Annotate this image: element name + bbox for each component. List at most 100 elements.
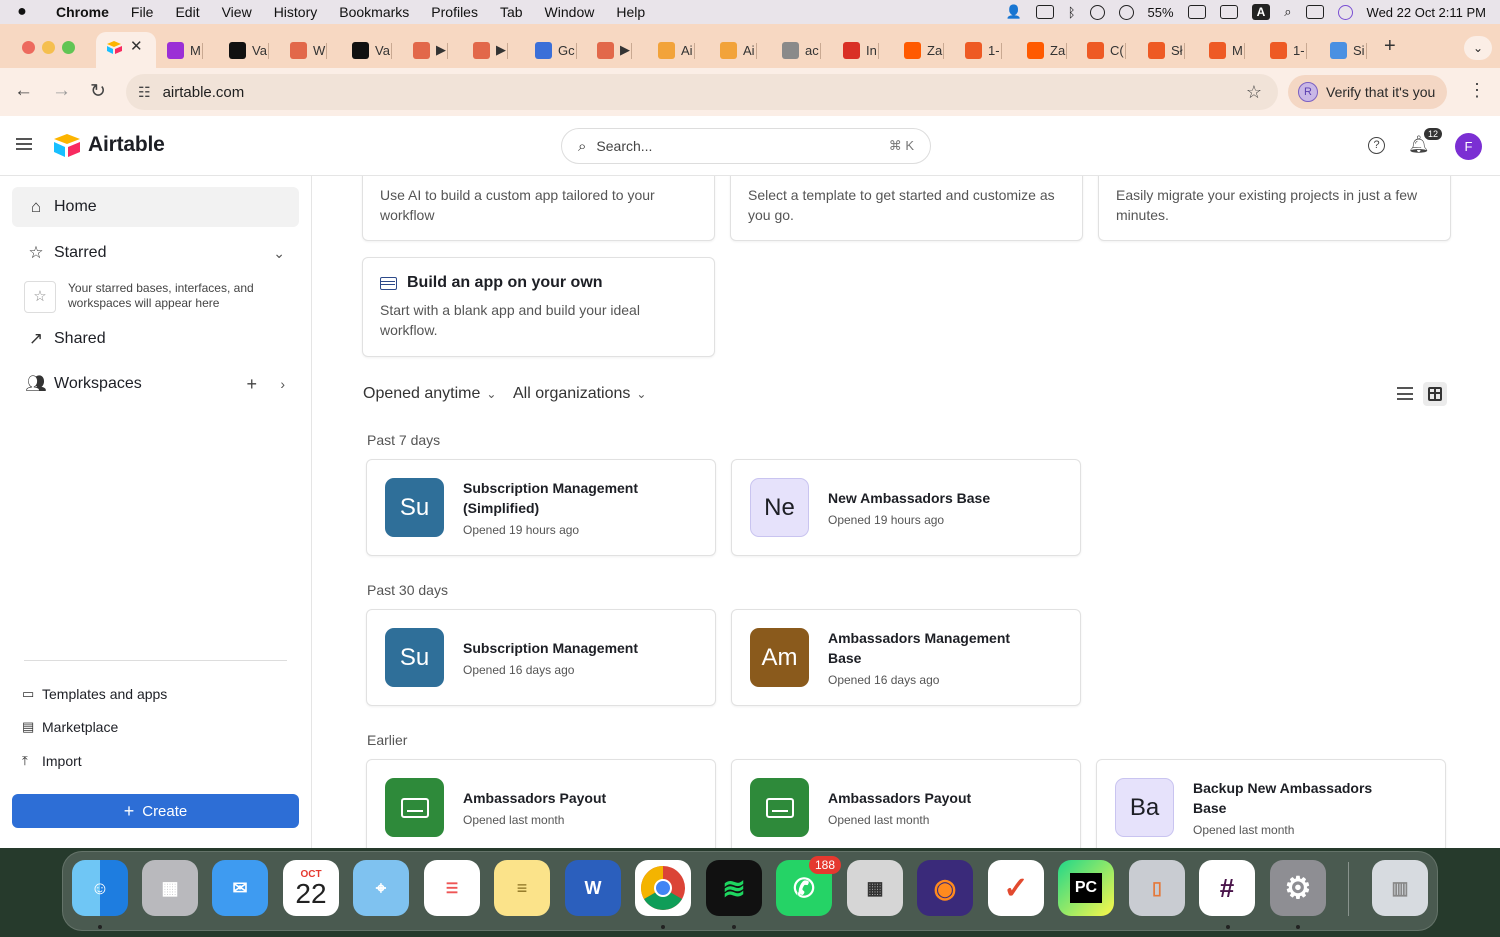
chevron-right-icon[interactable]: ›: [280, 376, 285, 392]
menubar-window[interactable]: Window: [545, 4, 595, 20]
trash-icon[interactable]: ▥: [1372, 860, 1428, 916]
browser-tab[interactable]: Ai: [720, 34, 757, 66]
accessibility-icon[interactable]: [1089, 4, 1105, 20]
list-view-icon[interactable]: [1397, 387, 1413, 400]
user-icon[interactable]: 👤: [1006, 4, 1022, 20]
browser-tab[interactable]: ▶: [597, 34, 632, 66]
browser-tab[interactable]: W: [290, 34, 328, 66]
word-icon[interactable]: W: [565, 860, 621, 916]
close-window-icon[interactable]: [22, 41, 35, 54]
menubar-view[interactable]: View: [222, 4, 252, 20]
mail-icon[interactable]: ✉: [212, 860, 268, 916]
browser-tab[interactable]: Gc: [535, 34, 577, 66]
sidebar-item-home[interactable]: ⌂ Home: [12, 187, 299, 227]
system-settings-icon[interactable]: ⚙: [1270, 860, 1326, 916]
base-card[interactable]: Ambassadors Payout Opened last month: [731, 759, 1081, 848]
browser-tab[interactable]: ▶: [413, 34, 448, 66]
display-icon[interactable]: [1035, 5, 1054, 19]
sidebar-link-import[interactable]: ⤒ Import: [22, 753, 82, 769]
url-text[interactable]: airtable.com: [163, 84, 245, 101]
browser-tab[interactable]: M: [1209, 34, 1245, 66]
keyboard-input-icon[interactable]: A: [1251, 4, 1271, 20]
siri-icon[interactable]: [1337, 4, 1353, 20]
help-icon[interactable]: ?: [1368, 137, 1385, 154]
search-input[interactable]: ⌕ Search... ⌘ K: [561, 128, 931, 164]
start-card-ai[interactable]: Use AI to build a custom app tailored to…: [362, 176, 715, 241]
base-card[interactable]: Ba Backup New Ambassadors Base Opened last…: [1096, 759, 1446, 848]
calendar-icon[interactable]: OCT 22: [283, 860, 339, 916]
sidebar-item-starred[interactable]: ☆ Starred ⌄: [12, 233, 299, 273]
slack-icon[interactable]: #: [1199, 860, 1255, 916]
browser-tab[interactable]: Za: [1027, 34, 1068, 66]
base-card[interactable]: Am Ambassadors Management Base Opened 16 d…: [731, 609, 1081, 706]
calculator-icon[interactable]: ▦: [847, 860, 903, 916]
back-icon[interactable]: ←: [14, 80, 33, 102]
browser-tab[interactable]: Za: [904, 34, 945, 66]
forward-icon[interactable]: →: [52, 80, 71, 102]
opened-filter-dropdown[interactable]: Opened anytime ⌄: [363, 385, 496, 403]
verify-identity-button[interactable]: R Verify that it's you: [1288, 75, 1448, 109]
add-workspace-icon[interactable]: +: [246, 374, 257, 395]
start-card-import[interactable]: Easily migrate your existing projects in…: [1098, 176, 1451, 241]
chrome-menu-icon[interactable]: ⋮: [1468, 80, 1486, 101]
base-card[interactable]: Ne New Ambassadors Base Opened 19 hours ag…: [731, 459, 1081, 556]
reminders-icon[interactable]: ☰: [424, 860, 480, 916]
spotify-icon[interactable]: ≋: [706, 860, 762, 916]
firefox-icon[interactable]: ◉: [917, 860, 973, 916]
browser-tab[interactable]: Ai: [658, 34, 695, 66]
browser-tab[interactable]: Si: [1330, 34, 1367, 66]
grid-view-icon[interactable]: [1423, 382, 1447, 406]
start-card-template[interactable]: Select a template to get started and cus…: [730, 176, 1083, 241]
menubar-file[interactable]: File: [131, 4, 154, 20]
organization-filter-dropdown[interactable]: All organizations ⌄: [513, 385, 646, 403]
user-avatar[interactable]: F: [1455, 133, 1482, 160]
battery-percent[interactable]: 55%: [1148, 5, 1174, 20]
apple-icon[interactable]: ●: [0, 3, 44, 21]
battery-icon[interactable]: [1187, 5, 1206, 19]
launchpad-icon[interactable]: ▦: [142, 860, 198, 916]
browser-tab[interactable]: M: [167, 34, 203, 66]
base-card[interactable]: Ambassadors Payout Opened last month: [366, 759, 716, 848]
start-card-blank[interactable]: Build an app on your own Start with a bl…: [362, 257, 715, 357]
chrome-icon[interactable]: [635, 860, 691, 916]
browser-tab[interactable]: In: [843, 34, 879, 66]
menubar-tab[interactable]: Tab: [500, 4, 523, 20]
maps-icon[interactable]: ⌖: [353, 860, 409, 916]
spotlight-search-icon[interactable]: ⌕: [1284, 4, 1291, 20]
browser-tab[interactable]: 1-: [965, 34, 1002, 66]
close-tab-icon[interactable]: ✕: [130, 37, 143, 55]
base-card[interactable]: Su Subscription Management Opened 16 days …: [366, 609, 716, 706]
minimize-window-icon[interactable]: [42, 41, 55, 54]
active-tab-airtable[interactable]: [96, 32, 156, 68]
sidebar-item-workspaces[interactable]: 👥︎ Workspaces + ›: [12, 364, 299, 404]
bookmark-star-icon[interactable]: ☆: [1246, 82, 1262, 103]
menubar-clock[interactable]: Wed 22 Oct 2:11 PM: [1367, 5, 1486, 20]
menubar-help[interactable]: Help: [616, 4, 645, 20]
airtable-logo[interactable]: Airtable: [52, 132, 165, 158]
browser-tab[interactable]: C(: [1087, 34, 1126, 66]
create-button[interactable]: + Create: [12, 794, 299, 828]
control-center-icon[interactable]: [1305, 5, 1324, 19]
bluetooth-icon[interactable]: ᛒ: [1068, 5, 1076, 20]
hamburger-menu-icon[interactable]: [16, 138, 32, 150]
site-info-icon[interactable]: ☷: [138, 84, 151, 101]
menubar-bookmarks[interactable]: Bookmarks: [339, 4, 409, 20]
chevron-down-icon[interactable]: ⌄: [273, 245, 285, 262]
browser-tab[interactable]: Va: [352, 34, 392, 66]
iphone-mirroring-icon[interactable]: ▯: [1129, 860, 1185, 916]
play-icon[interactable]: [1118, 4, 1134, 20]
sidebar-item-shared[interactable]: ↗ Shared: [12, 319, 299, 359]
base-card[interactable]: Su Subscription Management (Simplified) Op…: [366, 459, 716, 556]
address-bar[interactable]: ☷ airtable.com ☆: [126, 74, 1278, 110]
browser-tab[interactable]: ▶: [473, 34, 508, 66]
link-icon[interactable]: [1219, 5, 1238, 19]
zoom-window-icon[interactable]: [62, 41, 75, 54]
menubar-app-name[interactable]: Chrome: [56, 4, 109, 20]
reload-icon[interactable]: ↻: [90, 80, 106, 103]
ticktick-icon[interactable]: ✓: [988, 860, 1044, 916]
finder-icon[interactable]: ☺: [72, 860, 128, 916]
pycharm-icon[interactable]: PC: [1058, 860, 1114, 916]
notes-icon[interactable]: ≡: [494, 860, 550, 916]
menubar-edit[interactable]: Edit: [175, 4, 199, 20]
menubar-history[interactable]: History: [274, 4, 318, 20]
